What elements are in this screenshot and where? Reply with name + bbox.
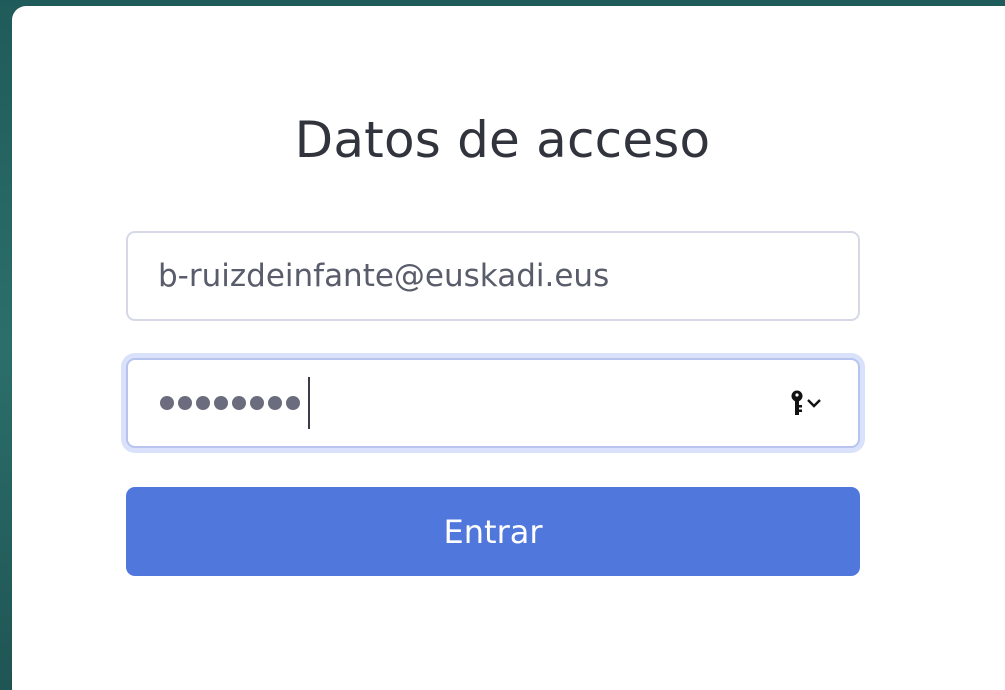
login-button[interactable]: Entrar [126,487,860,576]
key-icon [791,390,803,415]
text-caret [308,377,310,429]
password-dot [196,396,210,410]
password-dot [286,396,300,410]
password-mask [160,377,310,429]
page-title: Datos de acceso [294,111,711,169]
login-card: Datos de acceso b-ruizdeinfante@euskadi.… [12,6,1005,690]
chevron-down-icon [807,399,821,408]
password-manager-button[interactable] [784,388,828,418]
password-dot [160,396,174,410]
password-dot [214,396,228,410]
password-field[interactable] [126,358,860,448]
email-value: b-ruizdeinfante@euskadi.eus [158,258,610,294]
app-background: Datos de acceso b-ruizdeinfante@euskadi.… [0,0,1005,690]
email-field[interactable]: b-ruizdeinfante@euskadi.eus [126,231,860,321]
password-dot [178,396,192,410]
password-dot [268,396,282,410]
password-dot [232,396,246,410]
password-dot [250,396,264,410]
